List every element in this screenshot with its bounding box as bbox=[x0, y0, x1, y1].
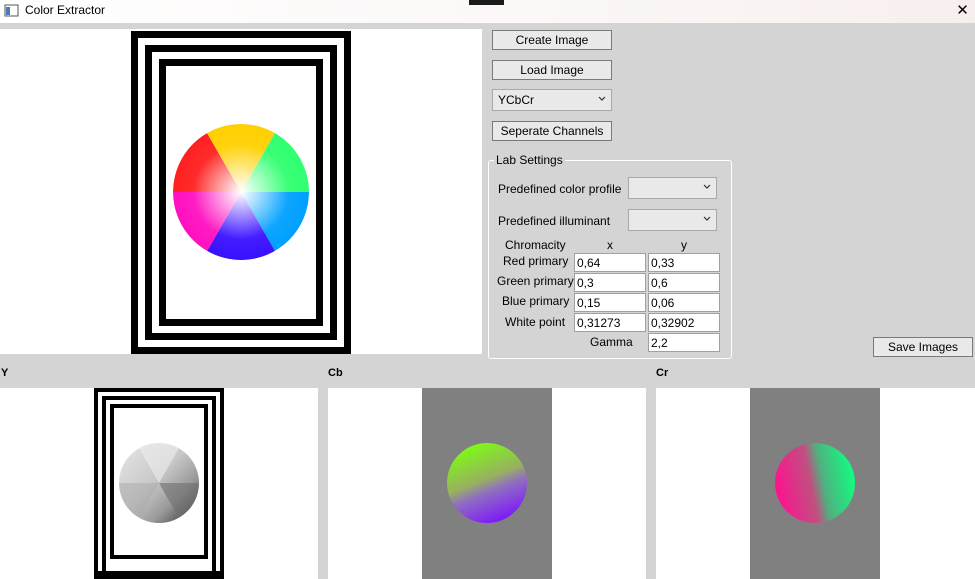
blue-primary-x-input[interactable]: 0,15 bbox=[574, 293, 646, 312]
color-space-select[interactable]: YCbCr bbox=[492, 89, 612, 111]
white-point-y-input[interactable]: 0,32902 bbox=[648, 313, 720, 332]
app-icon bbox=[4, 4, 19, 17]
profile-label: Predefined color profile bbox=[498, 182, 622, 196]
save-images-button[interactable]: Save Images bbox=[873, 337, 973, 357]
close-button[interactable]: ✕ bbox=[950, 0, 975, 20]
close-icon: ✕ bbox=[956, 2, 969, 19]
chevron-down-icon bbox=[598, 96, 606, 101]
illuminant-label: Predefined illuminant bbox=[498, 214, 611, 228]
window-title: Color Extractor bbox=[25, 3, 106, 17]
chevron-down-icon bbox=[703, 216, 711, 221]
red-primary-label: Red primary bbox=[503, 254, 569, 268]
white-point-x-input[interactable]: 0,31273 bbox=[574, 313, 646, 332]
channel-label-cb: Cb bbox=[328, 367, 343, 379]
cb-channel-image bbox=[422, 388, 552, 579]
y-channel-panel bbox=[0, 388, 318, 579]
green-primary-x-input[interactable]: 0,3 bbox=[574, 273, 646, 292]
color-space-value: YCbCr bbox=[498, 93, 535, 107]
lab-settings-title: Lab Settings bbox=[494, 153, 565, 167]
chevron-down-icon bbox=[703, 184, 711, 189]
source-image-panel bbox=[0, 29, 482, 354]
gamma-label: Gamma bbox=[590, 335, 633, 349]
create-image-button[interactable]: Create Image bbox=[492, 30, 612, 50]
blue-primary-y-input[interactable]: 0,06 bbox=[648, 293, 720, 312]
channel-label-cr: Cr bbox=[656, 367, 669, 379]
cr-channel-image bbox=[750, 388, 880, 579]
red-primary-y-input[interactable]: 0,33 bbox=[648, 253, 720, 272]
white-point-label: White point bbox=[505, 315, 566, 329]
red-primary-x-input[interactable]: 0,64 bbox=[574, 253, 646, 272]
load-image-button[interactable]: Load Image bbox=[492, 60, 612, 80]
chromacity-label: Chromacity bbox=[505, 238, 566, 252]
y-header: y bbox=[681, 238, 687, 252]
separate-channels-button[interactable]: Seperate Channels bbox=[492, 121, 612, 141]
title-bar: Color Extractor ✕ bbox=[0, 0, 975, 23]
blue-primary-label: Blue primary bbox=[502, 294, 570, 308]
y-channel-image bbox=[94, 388, 224, 579]
green-primary-y-input[interactable]: 0,6 bbox=[648, 273, 720, 292]
x-header: x bbox=[607, 238, 613, 252]
gamma-input[interactable]: 2,2 bbox=[648, 333, 720, 352]
green-primary-label: Green primary bbox=[497, 274, 574, 288]
illuminant-select[interactable] bbox=[628, 209, 717, 231]
cr-channel-panel bbox=[656, 388, 975, 579]
title-tab-indicator bbox=[469, 0, 504, 5]
color-profile-select[interactable] bbox=[628, 177, 717, 199]
source-image bbox=[131, 31, 351, 354]
cb-channel-panel bbox=[328, 388, 646, 579]
channel-label-y: Y bbox=[1, 367, 9, 379]
